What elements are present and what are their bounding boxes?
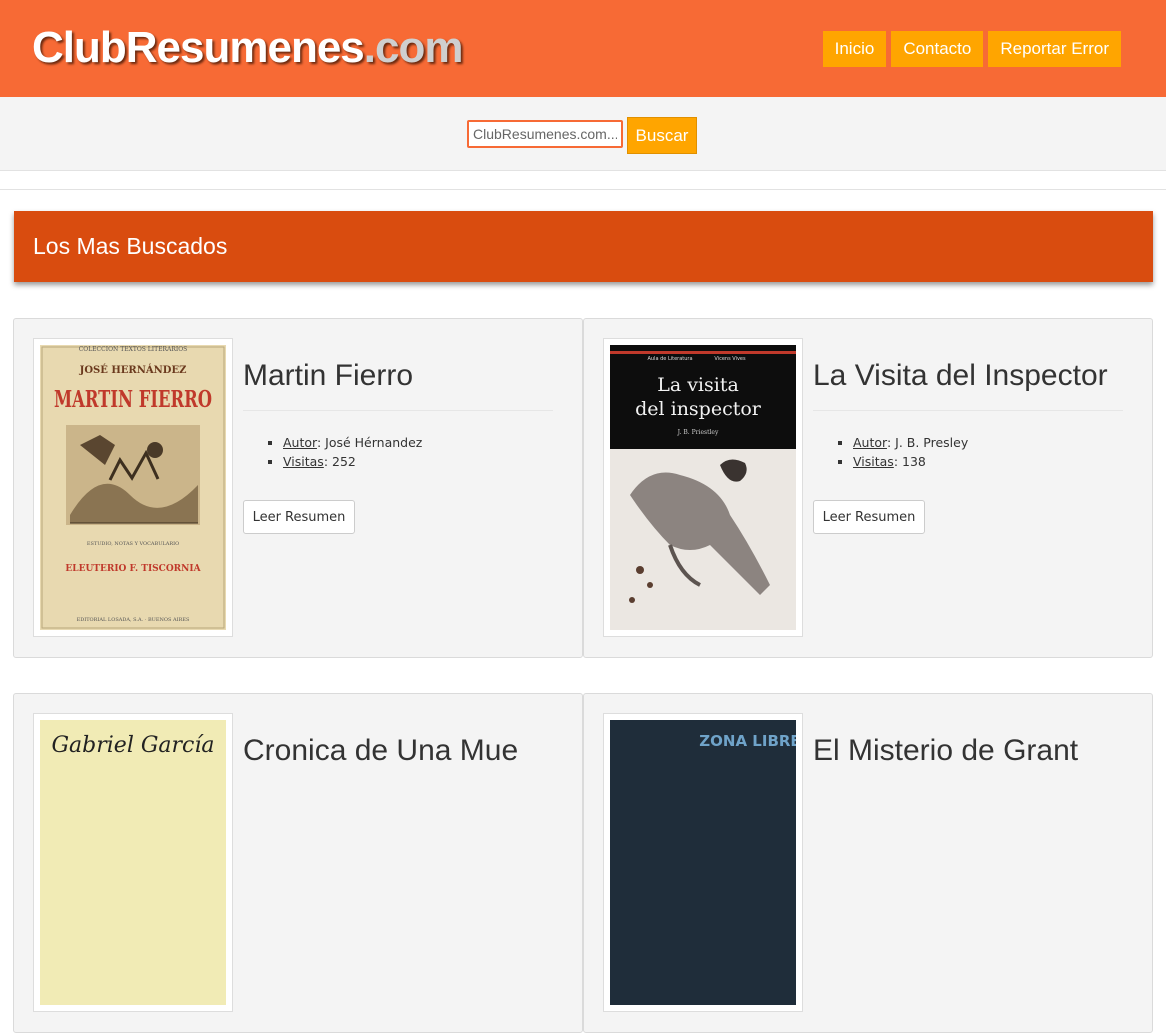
la-visita-cover-image: Aula de Literatura Vicens Vives La visit… xyxy=(610,345,796,630)
cover-series: COLECCION TEXTOS LITERARIOS xyxy=(79,346,188,353)
martin-fierro-cover-image: COLECCION TEXTOS LITERARIOS JOSÉ HERNÁND… xyxy=(40,345,226,630)
book-meta-list: Autor: José Hérnandez Visitas: 252 xyxy=(283,433,422,471)
cover-author: JOSÉ HERNÁNDEZ xyxy=(79,364,187,376)
section-title: Los Mas Buscados xyxy=(33,233,228,259)
most-searched-header: Los Mas Buscados xyxy=(14,211,1153,282)
site-logo[interactable]: ClubResumenes.com xyxy=(32,22,464,74)
cover-author: Gabriel García xyxy=(51,733,214,758)
read-summary-button[interactable]: Leer Resumen xyxy=(243,500,355,534)
nav-contacto-button[interactable]: Contacto xyxy=(891,31,984,67)
visits-value: 252 xyxy=(332,454,356,469)
search-input[interactable] xyxy=(467,120,623,148)
book-title[interactable]: El Misterio de Grant xyxy=(813,734,1078,768)
book-card: ZONA LIBRE El Misterio de Grant xyxy=(583,693,1153,1033)
divider xyxy=(0,189,1166,190)
book-title[interactable]: La Visita del Inspector xyxy=(813,359,1108,393)
author-value: José Hérnandez xyxy=(325,435,423,450)
cover-title: MARTIN FIERRO xyxy=(54,386,212,413)
cover-subtitle: ESTUDIO, NOTAS Y VOCABULARIO xyxy=(87,541,179,547)
misterio-cover-image: ZONA LIBRE xyxy=(610,720,796,1005)
title-divider xyxy=(813,410,1123,411)
logo-main-text: ClubResumenes xyxy=(32,23,365,72)
visits-value: 138 xyxy=(902,454,926,469)
book-cover[interactable]: Gabriel García xyxy=(33,713,233,1012)
book-meta-list: Autor: J. B. Presley Visitas: 138 xyxy=(853,433,968,471)
cover-publisher: Vicens Vives xyxy=(714,356,746,362)
cover-title-line1: La visita xyxy=(657,374,739,396)
site-header: ClubResumenes.com Inicio Contacto Report… xyxy=(0,0,1166,97)
visits-item: Visitas: 252 xyxy=(283,452,422,471)
title-divider xyxy=(243,410,553,411)
nav-inicio-button[interactable]: Inicio xyxy=(822,31,887,67)
book-card: Gabriel García Cronica de Una Mue xyxy=(13,693,583,1033)
visits-item: Visitas: 138 xyxy=(853,452,968,471)
book-title[interactable]: Cronica de Una Mue xyxy=(243,734,518,768)
book-card: COLECCION TEXTOS LITERARIOS JOSÉ HERNÁND… xyxy=(13,318,583,658)
nav-reportar-error-button[interactable]: Reportar Error xyxy=(988,31,1121,67)
author-value: J. B. Presley xyxy=(895,435,969,450)
author-link[interactable]: Autor xyxy=(283,435,317,450)
main-nav: Inicio Contacto Reportar Error xyxy=(822,31,1121,67)
cover-publisher: EDITORIAL LOSADA, S.A. · BUENOS AIRES xyxy=(77,617,190,623)
book-cover[interactable]: ZONA LIBRE xyxy=(603,713,803,1012)
author-item: Autor: José Hérnandez xyxy=(283,433,422,452)
cover-series: ZONA LIBRE xyxy=(699,732,796,750)
author-item: Autor: J. B. Presley xyxy=(853,433,968,452)
book-title[interactable]: Martin Fierro xyxy=(243,359,413,393)
cover-series: Aula de Literatura xyxy=(647,356,692,362)
book-card: Aula de Literatura Vicens Vives La visit… xyxy=(583,318,1153,658)
visits-link[interactable]: Visitas xyxy=(853,454,894,469)
book-cover[interactable]: Aula de Literatura Vicens Vives La visit… xyxy=(603,338,803,637)
author-link[interactable]: Autor xyxy=(853,435,887,450)
search-button[interactable]: Buscar xyxy=(627,117,697,154)
cover-author: J. B. Priestley xyxy=(677,429,719,436)
visits-link[interactable]: Visitas xyxy=(283,454,324,469)
cover-title-line2: del inspector xyxy=(635,398,762,420)
cronica-cover-image: Gabriel García xyxy=(40,720,226,1005)
book-cover[interactable]: COLECCION TEXTOS LITERARIOS JOSÉ HERNÁND… xyxy=(33,338,233,637)
read-summary-button[interactable]: Leer Resumen xyxy=(813,500,925,534)
cover-editor: ELEUTERIO F. TISCORNIA xyxy=(65,564,201,574)
search-bar: Buscar xyxy=(0,97,1166,171)
logo-tld-text: .com xyxy=(363,23,464,72)
